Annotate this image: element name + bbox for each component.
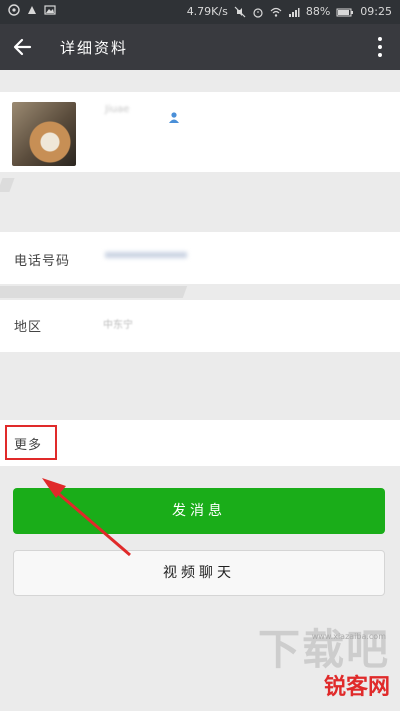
nickname: Jiuae [105, 104, 130, 115]
avatar[interactable] [12, 102, 76, 166]
send-message-button[interactable]: 发消息 [13, 488, 385, 534]
back-arrow-icon[interactable] [10, 34, 36, 60]
decorative-shape [0, 286, 188, 298]
more-row[interactable]: 更多 [0, 420, 400, 466]
region-label: 地区 [14, 320, 43, 335]
clock: 09:25 [360, 5, 392, 18]
phone-value [105, 252, 187, 258]
mute-icon [234, 6, 246, 18]
wifi-icon [270, 6, 282, 18]
alarm-icon [252, 6, 264, 18]
decorative-shape [0, 178, 15, 192]
watermark: www.xiazaiba.com 下载吧 锐客网 [258, 616, 390, 701]
battery-icon [336, 6, 354, 18]
network-speed: 4.79K/s [186, 5, 228, 18]
watermark-url: www.xiazaiba.com [311, 632, 386, 641]
watermark-text: 下载吧 [257, 625, 390, 674]
highlight-box [5, 425, 57, 460]
image-icon [44, 4, 56, 16]
video-chat-button[interactable]: 视频聊天 [13, 550, 385, 596]
notification-icon [8, 4, 20, 16]
region-value: 中东宁 [103, 320, 133, 331]
contact-person-icon [168, 108, 180, 123]
profile-card: Jiuae [0, 92, 400, 172]
region-row[interactable]: 地区 中东宁 [0, 300, 400, 352]
more-options-icon[interactable] [376, 36, 384, 58]
signal-icon [288, 6, 300, 18]
status-bar: 4.79K/s 88% 09:25 [0, 0, 400, 24]
page-title: 详细资料 [60, 39, 129, 57]
app-icon [26, 4, 38, 16]
phone-row[interactable]: 电话号码 [0, 232, 400, 284]
battery-percent: 88% [305, 5, 331, 18]
phone-label: 电话号码 [14, 254, 71, 269]
app-bar: 详细资料 [0, 24, 400, 70]
